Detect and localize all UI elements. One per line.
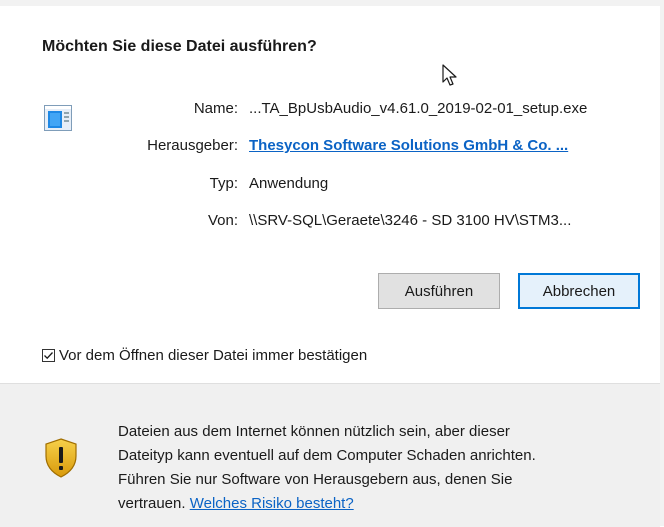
warning-line-1: Dateien aus dem Internet können nützlich…: [118, 423, 510, 440]
always-confirm-checkbox[interactable]: [42, 348, 55, 362]
from-label: Von:: [207, 212, 238, 229]
window-frame-top: [0, 0, 664, 6]
type-value: Anwendung: [249, 175, 329, 192]
publisher-label: Herausgeber:: [147, 137, 238, 154]
checkmark-icon: [44, 351, 53, 359]
warning-line-3: Führen Sie nur Software von Herausgebern…: [118, 471, 513, 488]
mouse-pointer-icon: [442, 64, 457, 86]
type-label: Typ:: [209, 175, 238, 192]
name-label: Name:: [193, 100, 238, 117]
window-frame-right: [660, 0, 664, 526]
warning-line-4: vertrauen. Welches Risiko besteht?: [118, 492, 648, 516]
always-confirm-label: Vor dem Öffnen dieser Datei immer bestät…: [59, 346, 368, 364]
name-value: ...TA_BpUsbAudio_v4.61.0_2019-02-01_setu…: [249, 100, 588, 117]
warning-line-2: Dateityp kann eventuell auf dem Computer…: [118, 447, 536, 464]
risk-info-link[interactable]: Welches Risiko besteht?: [190, 495, 354, 512]
always-confirm-checkbox-row[interactable]: Vor dem Öffnen dieser Datei immer bestät…: [42, 345, 367, 365]
dialog-title: Möchten Sie diese Datei ausführen?: [42, 38, 317, 55]
from-value: \\SRV-SQL\Geraete\3246 - SD 3100 HV\STM3…: [249, 212, 572, 229]
run-button[interactable]: Ausführen: [378, 273, 500, 309]
application-window-icon: [44, 105, 72, 131]
cancel-button[interactable]: Abbrechen: [518, 273, 640, 309]
warning-text: Dateien aus dem Internet können nützlich…: [118, 420, 648, 516]
security-warning-dialog: Möchten Sie diese Datei ausführen? Name:…: [0, 0, 664, 527]
warning-shield-icon: [45, 438, 77, 478]
publisher-link[interactable]: Thesycon Software Solutions GmbH & Co. .…: [249, 137, 568, 154]
warning-line-4-prefix: vertrauen.: [118, 495, 186, 512]
